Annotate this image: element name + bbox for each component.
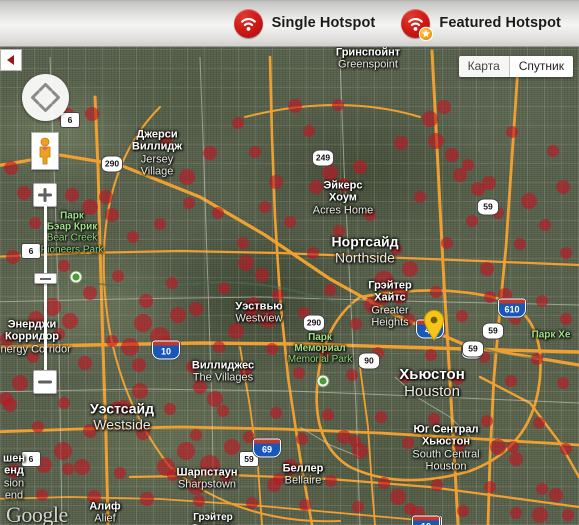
zoom-out-button[interactable] xyxy=(33,370,57,394)
map-type-karta[interactable]: Карта xyxy=(458,56,510,77)
map-application: Single Hotspot Featured Hotspot 290 249 … xyxy=(0,0,579,525)
highway-shield-290: 290 xyxy=(303,314,325,332)
legend-header: Single Hotspot Featured Hotspot xyxy=(0,0,579,47)
legend-item-single-hotspot[interactable]: Single Hotspot xyxy=(233,8,376,38)
houston-center-pin[interactable] xyxy=(423,309,445,341)
pan-down-icon xyxy=(38,103,53,112)
highway-shield-59: 59 xyxy=(482,322,504,340)
zoom-in-button[interactable] xyxy=(33,183,57,207)
pan-left-icon xyxy=(31,90,40,105)
legend-item-featured-hotspot[interactable]: Featured Hotspot xyxy=(401,8,561,40)
legend-group: Single Hotspot Featured Hotspot xyxy=(208,8,561,40)
highway-shield-6: 6 xyxy=(21,243,41,259)
wifi-hotspot-icon xyxy=(233,8,263,38)
map-viewport[interactable]: 29024966659595961061045101029090596959 Г… xyxy=(0,47,579,525)
back-arrow-button[interactable] xyxy=(0,49,22,71)
minus-icon xyxy=(38,380,52,384)
pegman-street-view[interactable] xyxy=(31,132,59,170)
legend-label-single-hotspot: Single Hotspot xyxy=(271,15,376,31)
highway-shield-10: 10 xyxy=(152,340,180,360)
pegman-icon xyxy=(39,137,51,165)
pan-up-icon xyxy=(38,83,53,92)
highway-shield-10: 10 xyxy=(412,515,440,525)
highway-shield-610: 610 xyxy=(498,298,526,318)
back-arrow-icon xyxy=(7,55,14,65)
zoom-slider-track[interactable] xyxy=(44,205,47,373)
highway-shield-59: 59 xyxy=(477,198,499,216)
highway-shield-6: 6 xyxy=(21,451,41,467)
legend-label-featured-hotspot: Featured Hotspot xyxy=(439,15,561,31)
google-attribution: Google xyxy=(6,502,68,525)
pan-control[interactable] xyxy=(22,74,69,121)
highway-shield-249: 249 xyxy=(312,149,334,167)
park-poi[interactable] xyxy=(69,270,83,284)
park-poi[interactable] xyxy=(316,374,330,388)
plus-icon xyxy=(38,188,52,202)
highway-shield-290: 290 xyxy=(101,155,123,173)
pan-right-icon xyxy=(51,90,60,105)
zoom-slider-handle[interactable] xyxy=(34,273,57,284)
highway-shield-69: 69 xyxy=(253,438,281,458)
highway-shield-90: 90 xyxy=(358,352,380,370)
map-type-sputnik[interactable]: Спутник xyxy=(509,56,573,77)
map-type-switcher[interactable]: Карта Спутник xyxy=(458,56,573,77)
wifi-hotspot-featured-icon xyxy=(401,8,433,40)
featured-star-icon xyxy=(420,27,433,40)
road-network xyxy=(0,49,579,525)
highway-shield-59: 59 xyxy=(462,340,484,358)
